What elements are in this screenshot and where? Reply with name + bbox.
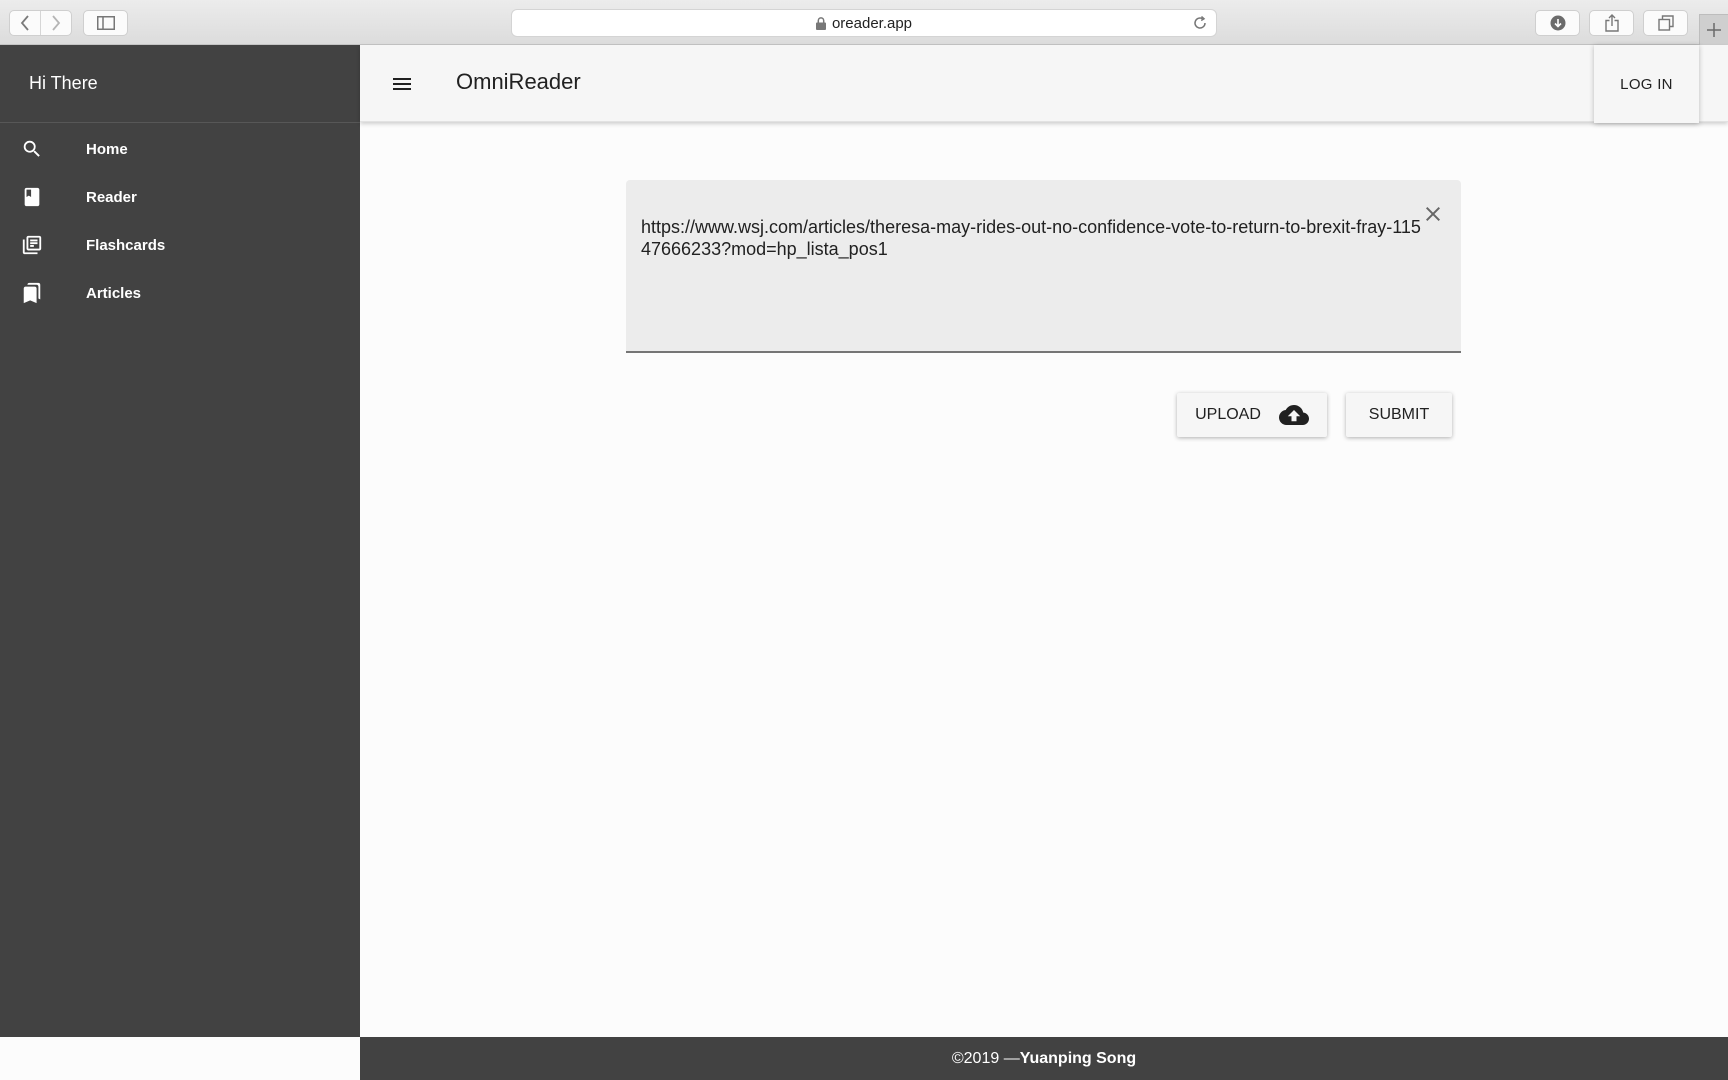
submit-button[interactable]: SUBMIT (1346, 393, 1452, 437)
nav-item-articles[interactable]: Articles (0, 269, 360, 317)
nav-item-reader[interactable]: Reader (0, 173, 360, 221)
forward-button[interactable] (41, 11, 71, 35)
nav-drawer: Hi There Home Reader Flashcards Articles (0, 45, 360, 1037)
address-bar[interactable]: oreader.app (511, 9, 1217, 37)
download-icon (1550, 15, 1565, 31)
nav-item-flashcards[interactable]: Flashcards (0, 221, 360, 269)
search-icon (20, 137, 44, 161)
address-url: oreader.app (831, 14, 913, 32)
nav-item-label: Home (86, 140, 128, 158)
library-books-icon (20, 233, 44, 257)
nav-item-label: Articles (86, 284, 142, 302)
nav-item-label: Flashcards (86, 236, 166, 254)
back-button[interactable] (10, 11, 41, 35)
history-nav (9, 10, 72, 36)
app-bar: OmniReader LOG IN (360, 45, 1728, 123)
sidebar-icon (96, 16, 115, 30)
footer: ©2019 — Yuanping Song (360, 1037, 1728, 1080)
nav-list: Home Reader Flashcards Articles (0, 123, 360, 317)
chevron-left-icon (20, 15, 29, 31)
nav-item-label: Reader (86, 188, 137, 206)
cloud-upload-icon (1278, 400, 1309, 430)
share-button[interactable] (1589, 10, 1634, 36)
upload-button[interactable]: UPLOAD (1177, 393, 1327, 437)
author-name: Yuanping Song (1019, 1049, 1137, 1067)
app-title: OmniReader (456, 69, 581, 94)
plus-icon (1707, 23, 1721, 37)
greeting: Hi There (29, 73, 98, 93)
copyright-text: ©2019 — (951, 1049, 1020, 1067)
nav-item-home[interactable]: Home (0, 125, 360, 173)
tabs-icon (1657, 15, 1674, 31)
share-icon (1604, 14, 1619, 32)
show-sidebar-button[interactable] (83, 10, 128, 36)
article-url-value[interactable]: https://www.wsj.com/articles/theresa-may… (641, 216, 1421, 260)
article-url-input[interactable]: https://www.wsj.com/articles/theresa-may… (626, 180, 1461, 353)
clear-icon[interactable] (1421, 202, 1445, 231)
lock-icon (815, 16, 826, 30)
browser-toolbar: oreader.app (0, 0, 1728, 45)
tab-overview-button[interactable] (1643, 10, 1688, 36)
new-tab-button[interactable] (1699, 14, 1728, 45)
menu-icon[interactable] (390, 72, 414, 101)
chevron-right-icon (52, 15, 60, 31)
reload-icon[interactable] (1192, 15, 1208, 31)
upload-label: UPLOAD (1195, 406, 1261, 423)
downloads-button[interactable] (1535, 10, 1580, 36)
login-button[interactable]: LOG IN (1594, 45, 1699, 123)
drawer-header: Hi There (0, 45, 360, 123)
bookmarks-icon (20, 281, 44, 305)
book-icon (20, 185, 44, 209)
